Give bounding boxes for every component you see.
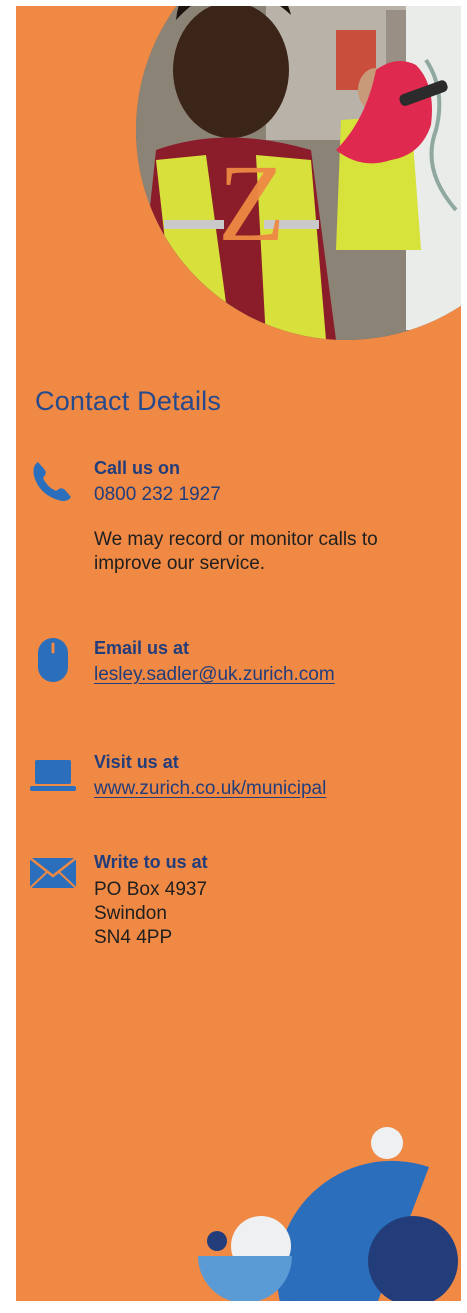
- contact-panel: Z Contact Details Call us on 0800 232 19…: [16, 6, 461, 1301]
- tiny-navy-circle: [207, 1231, 227, 1251]
- small-white-circle: [371, 1127, 403, 1159]
- light-blue-half-circle: [198, 1256, 292, 1301]
- decorative-shapes: [198, 1127, 458, 1301]
